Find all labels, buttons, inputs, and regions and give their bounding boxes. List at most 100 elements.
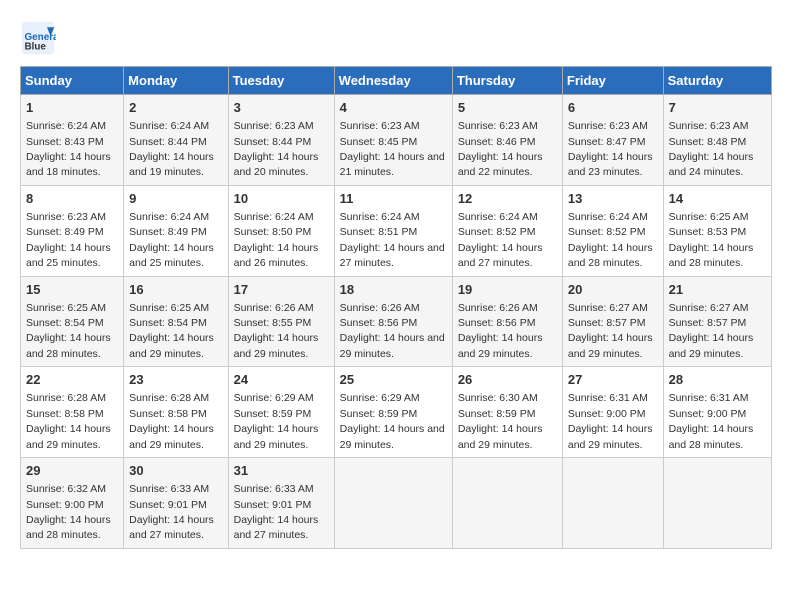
calendar-week-row: 15Sunrise: 6:25 AMSunset: 8:54 PMDayligh… [21, 276, 772, 367]
header-tuesday: Tuesday [228, 67, 334, 95]
header-thursday: Thursday [452, 67, 562, 95]
day-number: 17 [234, 281, 329, 299]
page-header: General Blue [20, 20, 772, 56]
sunset-info: Sunset: 8:54 PM [26, 317, 104, 329]
calendar-cell: 13Sunrise: 6:24 AMSunset: 8:52 PMDayligh… [562, 185, 663, 276]
day-number: 4 [340, 99, 447, 117]
day-number: 6 [568, 99, 658, 117]
sunset-info: Sunset: 8:59 PM [234, 408, 312, 420]
calendar-cell: 26Sunrise: 6:30 AMSunset: 8:59 PMDayligh… [452, 367, 562, 458]
calendar-cell: 11Sunrise: 6:24 AMSunset: 8:51 PMDayligh… [334, 185, 452, 276]
calendar-cell: 18 Sunrise: 6:26 AM Sunset: 8:56 PM Dayligh… [334, 276, 452, 367]
day-number: 8 [26, 190, 118, 208]
sunrise-info: Sunrise: 6:30 AM [458, 392, 538, 404]
daylight-label: Daylight: 14 hours and 28 minutes. [26, 332, 111, 359]
daylight-label: Daylight: 14 hours and 24 minutes. [669, 151, 754, 178]
calendar-cell: 7Sunrise: 6:23 AMSunset: 8:48 PMDaylight… [663, 95, 771, 186]
sunrise-info: Sunrise: 6:27 AM [568, 302, 648, 314]
calendar-week-row: 1 Sunrise: 6:24 AM Sunset: 8:43 PM Daylight… [21, 95, 772, 186]
sunrise-info: Sunrise: 6:24 AM [26, 120, 106, 132]
daylight-label: Daylight: 14 hours and 29 minutes. [340, 423, 445, 450]
daylight-label: Daylight: 14 hours and 28 minutes. [669, 242, 754, 269]
calendar-cell [452, 458, 562, 549]
day-number: 7 [669, 99, 766, 117]
calendar-week-row: 8Sunrise: 6:23 AMSunset: 8:49 PMDaylight… [21, 185, 772, 276]
sunset-info: Sunset: 8:57 PM [568, 317, 646, 329]
day-number: 28 [669, 371, 766, 389]
sunrise-info: Sunrise: 6:23 AM [669, 120, 749, 132]
sunset-info: Sunset: 8:44 PM [129, 136, 207, 148]
calendar-cell [663, 458, 771, 549]
calendar-week-row: 29Sunrise: 6:32 AMSunset: 9:00 PMDayligh… [21, 458, 772, 549]
sunset-info: Sunset: 9:01 PM [234, 499, 312, 511]
sunset-info: Sunset: 8:58 PM [129, 408, 207, 420]
day-number: 26 [458, 371, 557, 389]
daylight-label: Daylight: 14 hours and 29 minutes. [129, 423, 214, 450]
calendar-cell: 17Sunrise: 6:26 AMSunset: 8:55 PMDayligh… [228, 276, 334, 367]
sunrise-info: Sunrise: 6:31 AM [568, 392, 648, 404]
day-number: 1 [26, 99, 118, 117]
sunrise-info: Sunrise: 6:31 AM [669, 392, 749, 404]
calendar-cell: 30Sunrise: 6:33 AMSunset: 9:01 PMDayligh… [124, 458, 228, 549]
day-number: 11 [340, 190, 447, 208]
daylight-label: Daylight: 14 hours and 29 minutes. [568, 332, 653, 359]
sunrise-info: Sunrise: 6:23 AM [568, 120, 648, 132]
logo: General Blue [20, 20, 62, 56]
sunset-info: Sunset: 9:01 PM [129, 499, 207, 511]
calendar-cell: 24Sunrise: 6:29 AMSunset: 8:59 PMDayligh… [228, 367, 334, 458]
calendar-cell: 1Sunrise: 6:24 AMSunset: 8:43 PMDaylight… [21, 95, 124, 186]
daylight-label: Daylight: 14 hours and 25 minutes. [26, 242, 111, 269]
day-number: 9 [129, 190, 222, 208]
sunset-info: Sunset: 8:43 PM [26, 136, 104, 148]
sunrise-info: Sunrise: 6:23 AM [26, 211, 106, 223]
sunset-info: Sunset: 8:53 PM [669, 226, 747, 238]
logo-icon: General Blue [20, 20, 56, 56]
calendar-cell: 27Sunrise: 6:31 AMSunset: 9:00 PMDayligh… [562, 367, 663, 458]
sunrise-info: Sunrise: 6:32 AM [26, 483, 106, 495]
sunrise-info: Sunrise: 6:29 AM [340, 392, 420, 404]
sunrise-info: Sunrise: 6:25 AM [129, 302, 209, 314]
sunset-info: Sunset: 8:46 PM [458, 136, 536, 148]
calendar-cell: 16Sunrise: 6:25 AMSunset: 8:54 PMDayligh… [124, 276, 228, 367]
sunrise-info: Sunrise: 6:26 AM [458, 302, 538, 314]
sunset-info: Sunset: 8:57 PM [669, 317, 747, 329]
sunset-info: Sunset: 8:59 PM [458, 408, 536, 420]
header-monday: Monday [124, 67, 228, 95]
sunrise-info: Sunrise: 6:24 AM [129, 120, 209, 132]
daylight-label: Daylight: 14 hours and 29 minutes. [458, 332, 543, 359]
sunrise-info: Sunrise: 6:33 AM [129, 483, 209, 495]
daylight-label: Daylight: 14 hours and 29 minutes. [568, 423, 653, 450]
daylight-label: Daylight: 14 hours and 28 minutes. [568, 242, 653, 269]
daylight-label: Daylight: 14 hours and 21 minutes. [340, 151, 445, 178]
calendar-cell: 3Sunrise: 6:23 AMSunset: 8:44 PMDaylight… [228, 95, 334, 186]
day-number: 27 [568, 371, 658, 389]
sunset-info: Sunset: 8:54 PM [129, 317, 207, 329]
sunrise-info: Sunrise: 6:24 AM [234, 211, 314, 223]
calendar-cell: 12Sunrise: 6:24 AMSunset: 8:52 PMDayligh… [452, 185, 562, 276]
calendar-week-row: 22 Sunrise: 6:28 AM Sunset: 8:58 PM Dayligh… [21, 367, 772, 458]
sunset-info: Sunset: 8:59 PM [340, 408, 418, 420]
day-number: 13 [568, 190, 658, 208]
calendar-cell: 15Sunrise: 6:25 AMSunset: 8:54 PMDayligh… [21, 276, 124, 367]
sunrise-info: Sunrise: 6:28 AM [129, 392, 209, 404]
calendar-cell: 8Sunrise: 6:23 AMSunset: 8:49 PMDaylight… [21, 185, 124, 276]
day-number: 19 [458, 281, 557, 299]
calendar-cell: 5Sunrise: 6:23 AMSunset: 8:46 PMDaylight… [452, 95, 562, 186]
daylight-label: Daylight: 14 hours and 29 minutes. [340, 332, 445, 359]
sunrise-info: Sunrise: 6:24 AM [458, 211, 538, 223]
sunset-info: Sunset: 8:55 PM [234, 317, 312, 329]
day-number: 21 [669, 281, 766, 299]
sunrise-info: Sunrise: 6:23 AM [458, 120, 538, 132]
daylight-label: Daylight: 14 hours and 29 minutes. [669, 332, 754, 359]
daylight-label: Daylight: 14 hours and 28 minutes. [26, 514, 111, 541]
sunrise-info: Sunrise: 6:27 AM [669, 302, 749, 314]
sunset-info: Sunset: 8:56 PM [340, 317, 418, 329]
calendar-cell [562, 458, 663, 549]
sunrise-info: Sunrise: 6:25 AM [669, 211, 749, 223]
calendar-cell: 10Sunrise: 6:24 AMSunset: 8:50 PMDayligh… [228, 185, 334, 276]
calendar-cell: 6Sunrise: 6:23 AMSunset: 8:47 PMDaylight… [562, 95, 663, 186]
day-number: 18 [340, 281, 447, 299]
day-number: 22 [26, 371, 118, 389]
day-number: 23 [129, 371, 222, 389]
sunrise-info: Sunrise: 6:26 AM [340, 302, 420, 314]
